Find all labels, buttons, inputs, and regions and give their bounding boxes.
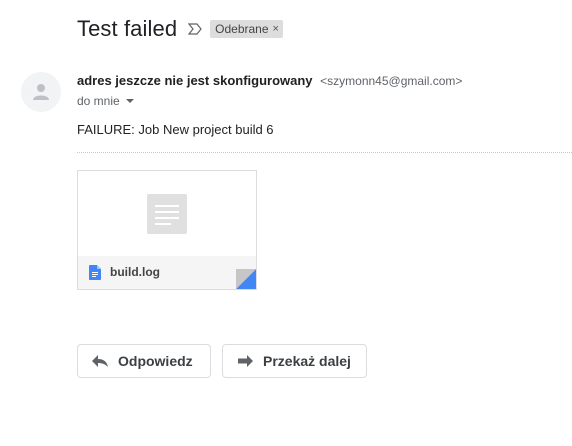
person-icon	[33, 84, 49, 100]
remove-label-icon[interactable]: ×	[273, 21, 279, 37]
forward-icon	[238, 355, 253, 367]
forward-button[interactable]: Przekaż dalej	[222, 344, 367, 378]
google-docs-icon	[89, 265, 101, 280]
document-thumbnail-icon	[147, 193, 187, 234]
label-chip-text: Odebrane	[215, 22, 269, 36]
page-fold-icon	[218, 269, 256, 289]
attachment-filename: build.log	[110, 265, 160, 279]
avatar[interactable]	[21, 72, 61, 112]
recipient-label: do mnie	[77, 94, 120, 108]
attachment-card[interactable]: build.log	[77, 170, 257, 290]
sender-email: <szymonn45@gmail.com>	[320, 74, 463, 88]
reply-button[interactable]: Odpowiedz	[77, 344, 211, 378]
importance-marker-icon[interactable]	[188, 23, 202, 35]
label-chip-inbox[interactable]: Odebrane ×	[210, 20, 283, 38]
chevron-down-icon	[125, 99, 134, 103]
reply-icon	[92, 355, 108, 367]
sender-line: adres jeszcze nie jest skonfigurowany <s…	[77, 73, 462, 88]
subject-row: Test failed Odebrane ×	[77, 14, 283, 44]
divider	[77, 152, 572, 153]
email-body: FAILURE: Job New project build 6	[77, 122, 274, 137]
email-subject: Test failed	[77, 16, 178, 41]
recipient-details-toggle[interactable]: do mnie	[77, 94, 134, 108]
sender-name[interactable]: adres jeszcze nie jest skonfigurowany	[77, 73, 313, 88]
reply-label: Odpowiedz	[118, 353, 193, 369]
forward-label: Przekaż dalej	[263, 353, 351, 369]
attachment-preview	[78, 171, 256, 256]
